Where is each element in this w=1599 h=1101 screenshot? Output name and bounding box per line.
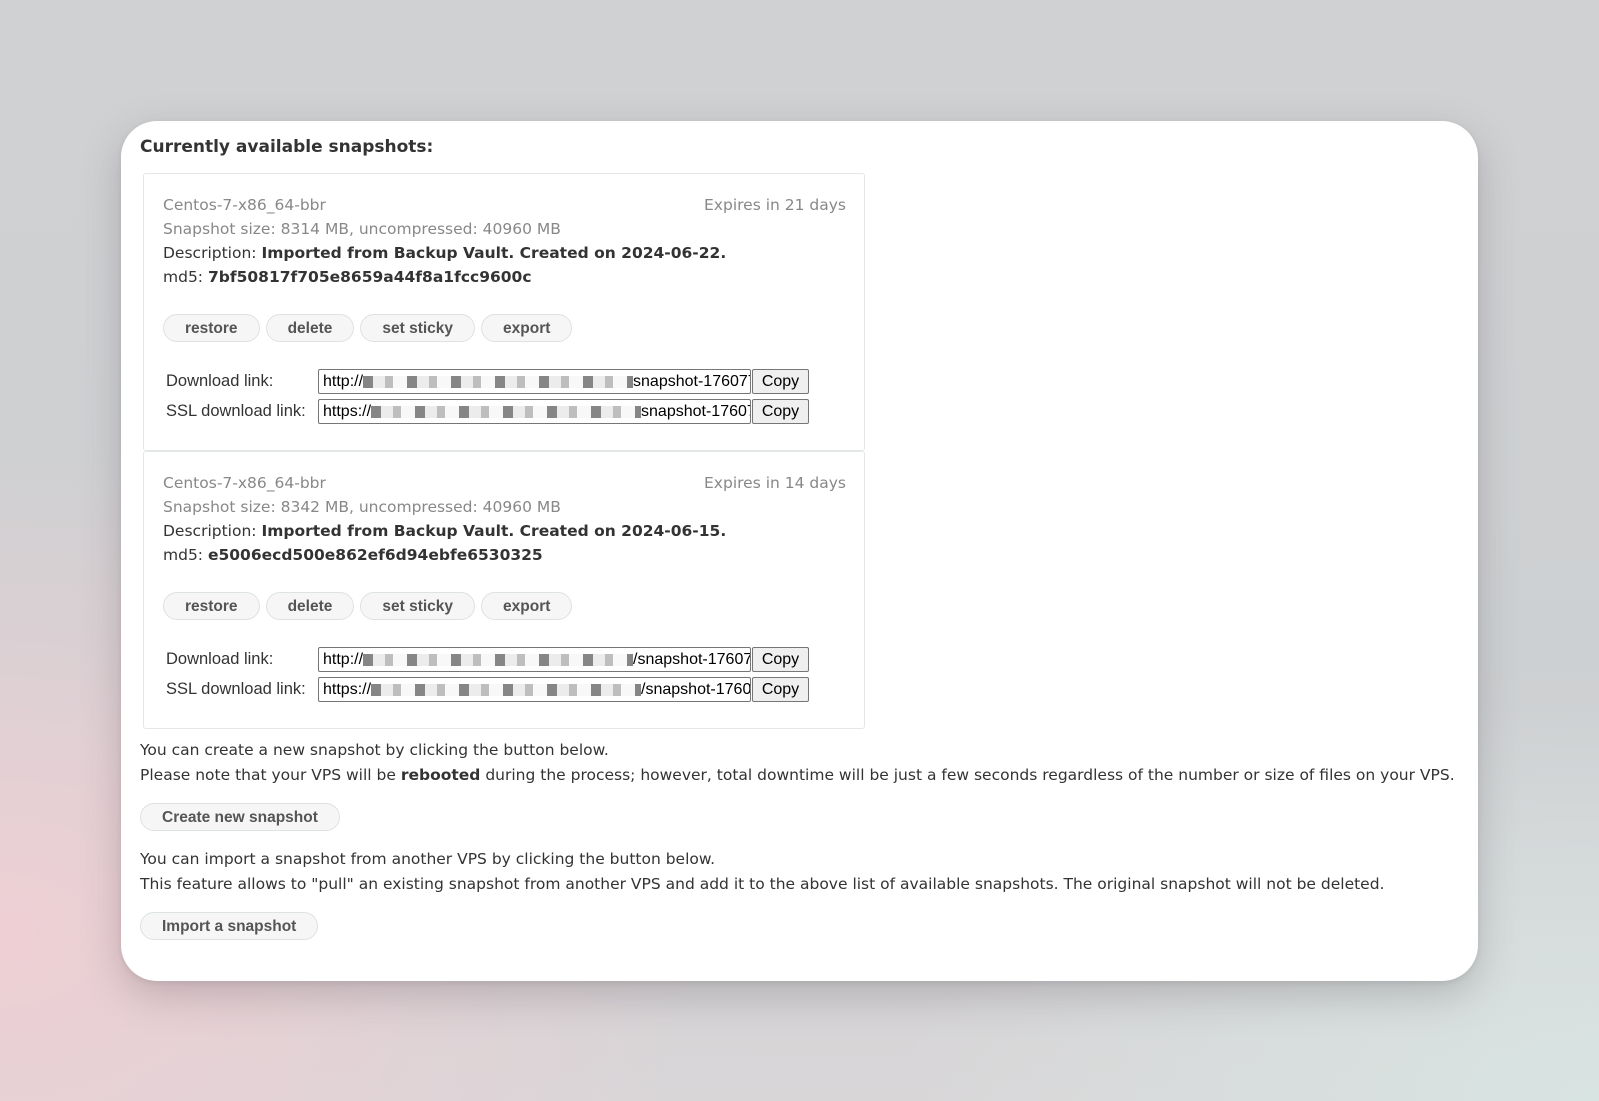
copy-ssl-link-button[interactable]: Copy (752, 677, 809, 702)
ssl-link-label: SSL download link: (166, 680, 306, 698)
delete-button[interactable]: delete (265, 592, 355, 620)
snapshot-name: Centos-7-x86_64-bbr (163, 474, 326, 492)
snapshot-expiry: Expires in 21 days (704, 196, 846, 214)
create-note-text: during the process; however, total downt… (480, 766, 1455, 784)
download-link-field[interactable]: http:// /snapshot-1760779-1 (318, 647, 751, 672)
md5-value: 7bf50817f705e8659a44f8a1fcc9600c (207, 268, 532, 286)
create-new-snapshot-button[interactable]: Create new snapshot (140, 803, 340, 831)
snapshot-card: Centos-7-x86_64-bbr Expires in 21 days S… (143, 173, 865, 451)
page-title: Currently available snapshots: (140, 137, 434, 157)
download-link-label: Download link: (166, 372, 274, 390)
redacted-host (363, 375, 634, 388)
restore-button[interactable]: restore (163, 314, 260, 342)
set-sticky-button[interactable]: set sticky (360, 592, 476, 620)
url-prefix: https:// (323, 403, 372, 420)
rebooted-emphasis: rebooted (400, 766, 481, 784)
copy-download-link-button[interactable]: Copy (752, 647, 809, 672)
url-prefix: https:// (323, 681, 372, 698)
copy-ssl-link-button[interactable]: Copy (752, 399, 809, 424)
description-value: Imported from Backup Vault. Created on 2… (261, 522, 727, 540)
ssl-link-label: SSL download link: (166, 402, 306, 420)
import-snapshot-button[interactable]: Import a snapshot (140, 912, 319, 940)
md5-label: md5: (163, 268, 204, 286)
export-button[interactable]: export (481, 314, 573, 342)
delete-button[interactable]: delete (265, 314, 355, 342)
url-suffix: snapshot-1760779-1 (633, 373, 750, 390)
snapshot-md5: md5: e5006ecd500e862ef6d94ebfe6530325 (163, 546, 543, 564)
description-label: Description: (163, 522, 257, 540)
set-sticky-button[interactable]: set sticky (360, 314, 476, 342)
download-link-row: Download link: http:// /snapshot-1760779-… (166, 647, 809, 672)
url-prefix: http:// (323, 651, 364, 668)
snapshot-size: Snapshot size: 8342 MB, uncompressed: 40… (163, 498, 561, 516)
description-label: Description: (163, 244, 257, 262)
snapshot-actions: restore delete set sticky export (163, 314, 573, 342)
ssl-link-field[interactable]: https:// /snapshot-1760779- (318, 677, 751, 702)
redacted-host (371, 683, 642, 696)
snapshot-card: Centos-7-x86_64-bbr Expires in 14 days S… (143, 451, 865, 729)
url-prefix: http:// (323, 373, 364, 390)
url-suffix: snapshot-1760779- (641, 403, 750, 420)
import-info-line1: You can import a snapshot from another V… (140, 850, 716, 868)
redacted-host (363, 653, 634, 666)
restore-button[interactable]: restore (163, 592, 260, 620)
import-info-line2: This feature allows to "pull" an existin… (140, 875, 1385, 893)
ssl-link-field[interactable]: https:// snapshot-1760779- (318, 399, 751, 424)
snapshot-description: Description: Imported from Backup Vault.… (163, 244, 726, 262)
snapshot-description: Description: Imported from Backup Vault.… (163, 522, 726, 540)
md5-value: e5006ecd500e862ef6d94ebfe6530325 (207, 546, 543, 564)
create-info-line2: Please note that your VPS will be reboot… (140, 766, 1455, 784)
snapshot-md5: md5: 7bf50817f705e8659a44f8a1fcc9600c (163, 268, 532, 286)
download-link-field[interactable]: http:// snapshot-1760779-1 (318, 369, 751, 394)
description-value: Imported from Backup Vault. Created on 2… (261, 244, 727, 262)
download-link-label: Download link: (166, 650, 274, 668)
snapshot-size: Snapshot size: 8314 MB, uncompressed: 40… (163, 220, 561, 238)
url-suffix: /snapshot-1760779- (641, 681, 751, 698)
ssl-link-row: SSL download link: https:// /snapshot-176… (166, 677, 809, 702)
export-button[interactable]: export (481, 592, 573, 620)
copy-download-link-button[interactable]: Copy (752, 369, 809, 394)
snapshot-expiry: Expires in 14 days (704, 474, 846, 492)
url-suffix: /snapshot-1760779-1 (633, 651, 750, 668)
snapshots-panel: Currently available snapshots: Centos-7-… (121, 121, 1478, 981)
snapshot-actions: restore delete set sticky export (163, 592, 573, 620)
md5-label: md5: (163, 546, 204, 564)
create-info-line1: You can create a new snapshot by clickin… (140, 741, 609, 759)
snapshot-name: Centos-7-x86_64-bbr (163, 196, 326, 214)
create-note-text: Please note that your VPS will be (140, 766, 401, 784)
download-link-row: Download link: http:// snapshot-1760779-1… (166, 369, 809, 394)
ssl-link-row: SSL download link: https:// snapshot-1760… (166, 399, 809, 424)
redacted-host (371, 405, 642, 418)
